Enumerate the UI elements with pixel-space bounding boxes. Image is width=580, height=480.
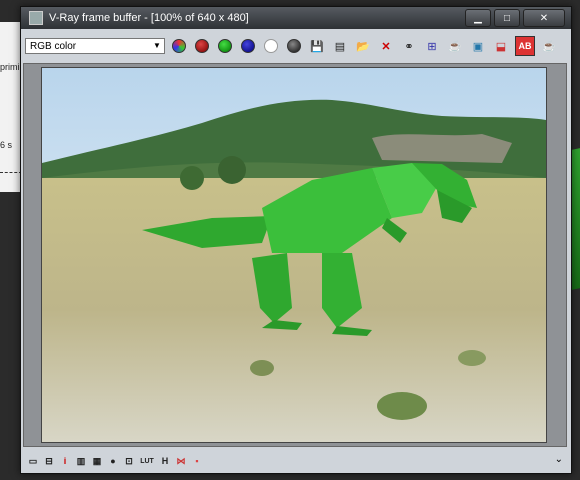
blue-channel-button[interactable] — [239, 37, 257, 55]
shrub — [458, 350, 486, 366]
shrub — [250, 360, 274, 376]
rocky-slope — [372, 134, 512, 163]
load-image-button[interactable]: 📂 — [354, 37, 372, 55]
shrub — [377, 392, 427, 420]
levels-button[interactable]: ▥ — [75, 455, 87, 467]
blue-channel-icon — [241, 39, 255, 53]
render-area — [23, 63, 567, 447]
chevron-down-icon: ▼ — [153, 41, 161, 50]
save-all-button[interactable]: ▤ — [331, 37, 349, 55]
render-last-button[interactable]: ☕ — [446, 37, 464, 55]
toolbar: RGB color ▼ 💾 ▤ 📂 ✕ ⚭ ⊞ ☕ ▣ ⬓ AB ☕ — [21, 31, 571, 61]
color-clamp-button[interactable]: ⋈ — [175, 455, 187, 467]
rendered-image[interactable] — [41, 67, 547, 443]
red-channel-icon — [195, 39, 209, 53]
expand-icon[interactable]: ⌄ — [555, 454, 563, 465]
teapot-button[interactable]: ☕ — [540, 37, 558, 55]
toggle-panel-button[interactable]: ▭ — [27, 455, 39, 467]
channel-select-value: RGB color — [30, 40, 77, 52]
display-corrected-button[interactable]: ▣ — [469, 37, 487, 55]
curve-button[interactable]: ▦ — [91, 455, 103, 467]
histogram-button[interactable]: H — [159, 455, 171, 467]
link-button[interactable]: ⚭ — [400, 37, 418, 55]
title-bar[interactable]: V-Ray frame buffer - [100% of 640 x 480]… — [21, 7, 571, 29]
close-button[interactable]: ✕ — [523, 9, 565, 27]
divider — [0, 172, 22, 173]
background-text: primi — [0, 62, 20, 72]
pixel-aspect-button[interactable]: ▪ — [191, 455, 203, 467]
lut-button[interactable]: LUT — [139, 455, 155, 467]
srgb-button[interactable]: ⊡ — [123, 455, 135, 467]
status-bar: ▭ ⊟ i ▥ ▦ ● ⊡ LUT H ⋈ ▪ ⌄ — [21, 451, 571, 471]
maximize-button[interactable]: □ — [494, 9, 520, 27]
save-image-button[interactable]: 💾 — [308, 37, 326, 55]
vray-frame-buffer-window: V-Ray frame buffer - [100% of 640 x 480]… — [20, 6, 572, 474]
channel-select[interactable]: RGB color ▼ — [25, 38, 165, 54]
exposure-button[interactable]: ● — [107, 455, 119, 467]
minimize-button[interactable]: ▁ — [465, 9, 491, 27]
info-button[interactable]: i — [59, 455, 71, 467]
ab-compare-button[interactable]: AB — [515, 36, 535, 56]
tree — [218, 156, 246, 184]
tree — [180, 166, 204, 190]
compare-button[interactable]: ⬓ — [492, 37, 510, 55]
mono-button[interactable] — [285, 37, 303, 55]
history-button[interactable]: ⊟ — [43, 455, 55, 467]
render-image-svg — [42, 68, 546, 442]
app-icon — [29, 11, 43, 25]
region-render-button[interactable]: ⊞ — [423, 37, 441, 55]
mono-icon — [287, 39, 301, 53]
green-channel-icon — [218, 39, 232, 53]
clear-image-button[interactable]: ✕ — [377, 37, 395, 55]
alpha-channel-button[interactable] — [262, 37, 280, 55]
window-title: V-Ray frame buffer - [100% of 640 x 480] — [49, 12, 249, 24]
background-text: 6 s — [0, 140, 13, 150]
green-channel-button[interactable] — [216, 37, 234, 55]
red-channel-button[interactable] — [193, 37, 211, 55]
show-rgb-button[interactable] — [170, 37, 188, 55]
rgb-icon — [172, 39, 186, 53]
alpha-channel-icon — [264, 39, 278, 53]
